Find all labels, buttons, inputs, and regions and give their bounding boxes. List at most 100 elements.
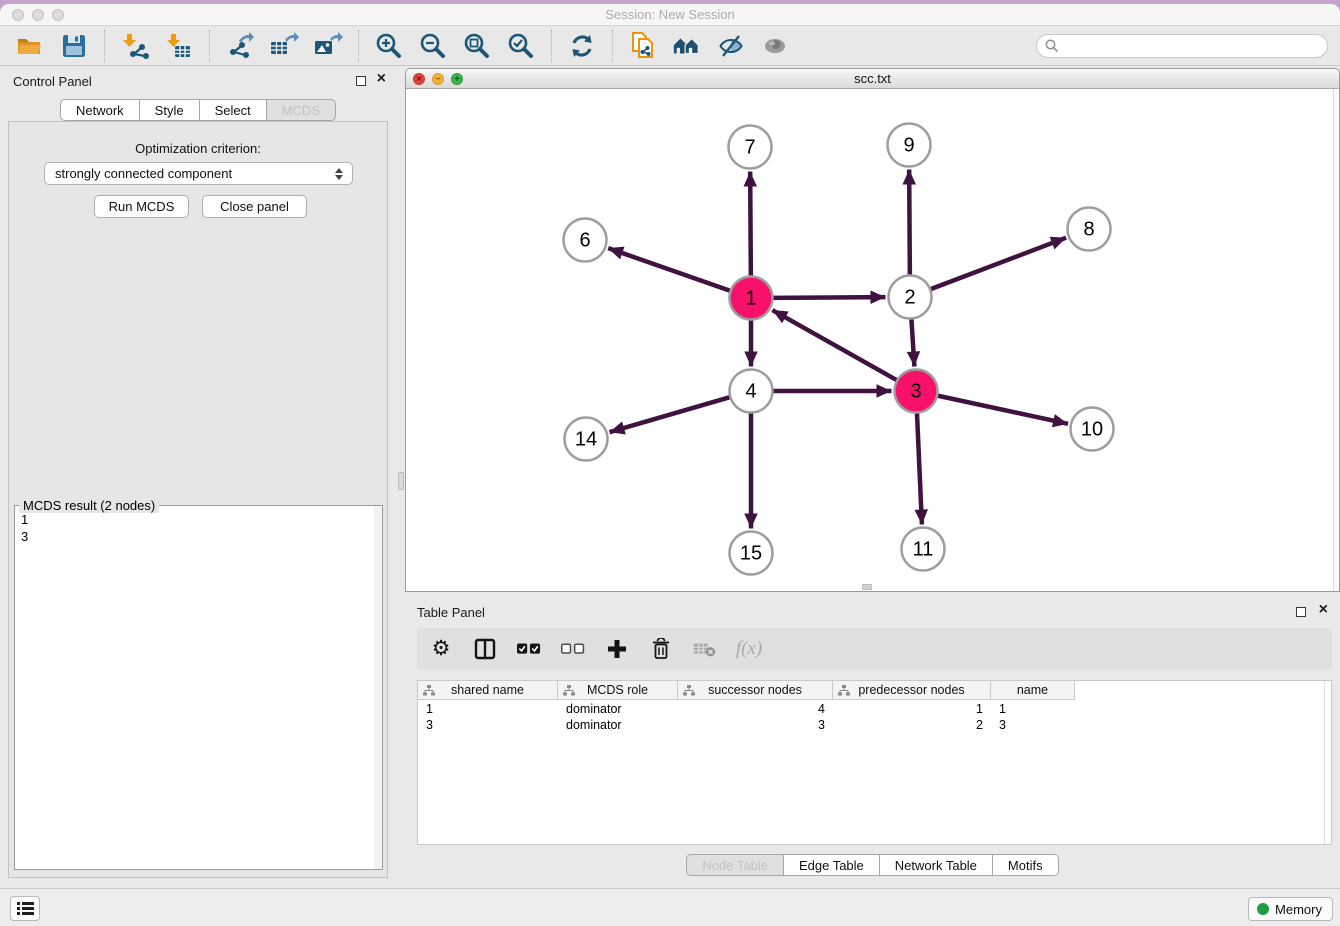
refresh-icon[interactable] <box>567 31 597 61</box>
edge-2-3[interactable] <box>911 319 914 366</box>
mcds-result-title: MCDS result (2 nodes) <box>19 498 159 513</box>
network-graph[interactable]: 7 9 6 8 1 2 4 3 14 10 15 11 <box>406 89 1339 591</box>
edge-2-9[interactable] <box>909 169 910 274</box>
open-session-icon[interactable] <box>15 31 45 61</box>
control-panel-header: Control Panel × <box>0 66 396 96</box>
node-11[interactable]: 11 <box>902 528 945 571</box>
node-2[interactable]: 2 <box>889 276 932 319</box>
zoom-selected-icon[interactable] <box>506 31 536 61</box>
panel-splitter-handle[interactable] <box>398 472 404 490</box>
show-selected-icon[interactable] <box>760 31 790 61</box>
edge-3-1[interactable] <box>772 310 896 380</box>
optimization-criterion-select[interactable]: strongly connected component <box>44 162 353 185</box>
run-mcds-button[interactable]: Run MCDS <box>94 195 189 218</box>
search-field[interactable] <box>1036 34 1328 58</box>
zoom-out-icon[interactable] <box>418 31 448 61</box>
list-icon <box>17 901 34 916</box>
toolbar-separator <box>358 30 359 62</box>
network-horizontal-scroll-handle[interactable] <box>862 584 872 590</box>
table-settings-icon[interactable]: ⚙ <box>429 637 453 661</box>
export-table-icon[interactable] <box>269 31 299 61</box>
edge-1-2[interactable] <box>773 297 885 298</box>
node-15[interactable]: 15 <box>730 532 773 575</box>
column-header-successor-nodes[interactable]: successor nodes <box>678 681 833 699</box>
tab-network[interactable]: Network <box>60 99 140 121</box>
zoom-in-icon[interactable] <box>374 31 404 61</box>
task-history-button[interactable] <box>10 896 40 921</box>
close-panel-button[interactable]: Close panel <box>202 195 307 218</box>
table-row[interactable]: 3dominator323 <box>418 717 1075 733</box>
column-header-predecessor-nodes[interactable]: predecessor nodes <box>833 681 991 699</box>
node-10[interactable]: 10 <box>1071 408 1114 451</box>
svg-text:2: 2 <box>904 287 915 309</box>
tab-edge-table[interactable]: Edge Table <box>784 854 880 876</box>
cell-shared-name[interactable]: 1 <box>418 701 558 717</box>
export-network-icon[interactable] <box>225 31 255 61</box>
node-14[interactable]: 14 <box>565 418 608 461</box>
tab-style[interactable]: Style <box>140 99 200 121</box>
delete-row-icon[interactable] <box>649 637 673 661</box>
tab-motifs[interactable]: Motifs <box>993 854 1059 876</box>
memory-button[interactable]: Memory <box>1248 897 1333 921</box>
result-scrollbar[interactable] <box>374 506 382 869</box>
cell-successor-nodes[interactable]: 3 <box>678 717 833 733</box>
network-window-titlebar[interactable]: × − + scc.txt <box>406 69 1339 89</box>
zoom-fit-icon[interactable] <box>462 31 492 61</box>
column-header-MCDS-role[interactable]: MCDS role <box>558 681 678 699</box>
add-row-icon[interactable] <box>605 637 629 661</box>
mcds-result-group: MCDS result (2 nodes) 1 3 <box>14 498 383 870</box>
cell-name[interactable]: 1 <box>991 701 1075 717</box>
table-float-icon[interactable] <box>1296 607 1306 617</box>
select-all-icon[interactable] <box>517 637 541 661</box>
tab-node-table[interactable]: Node Table <box>686 854 784 876</box>
import-table-icon[interactable] <box>164 31 194 61</box>
search-icon <box>1045 39 1059 53</box>
node-3[interactable]: 3 <box>895 370 938 413</box>
copy-style-icon[interactable] <box>628 31 658 61</box>
node-table[interactable]: shared nameMCDS rolesuccessor nodesprede… <box>417 680 1332 845</box>
edge-3-11[interactable] <box>917 413 922 524</box>
tab-network-table[interactable]: Network Table <box>880 854 993 876</box>
export-image-icon[interactable] <box>313 31 343 61</box>
search-input[interactable] <box>1064 39 1319 53</box>
edge-2-8[interactable] <box>931 238 1066 289</box>
save-session-icon[interactable] <box>59 31 89 61</box>
node-9[interactable]: 9 <box>888 124 931 167</box>
cell-MCDS-role[interactable]: dominator <box>558 701 678 717</box>
control-panel-title: Control Panel <box>13 74 92 89</box>
column-header-name[interactable]: name <box>991 681 1075 699</box>
network-canvas[interactable]: 7 9 6 8 1 2 4 3 14 10 15 11 <box>406 89 1339 591</box>
cell-shared-name[interactable]: 3 <box>418 717 558 733</box>
cell-successor-nodes[interactable]: 4 <box>678 701 833 717</box>
network-vertical-scrollbar[interactable] <box>1333 89 1339 591</box>
edge-1-6[interactable] <box>608 248 730 290</box>
node-8[interactable]: 8 <box>1068 208 1111 251</box>
float-panel-icon[interactable] <box>356 76 366 86</box>
tab-mcds[interactable]: MCDS <box>267 99 336 121</box>
edge-1-7[interactable] <box>750 171 751 275</box>
hide-selected-icon[interactable] <box>716 31 746 61</box>
cell-predecessor-nodes[interactable]: 1 <box>833 701 991 717</box>
memory-label: Memory <box>1275 902 1322 917</box>
cell-predecessor-nodes[interactable]: 2 <box>833 717 991 733</box>
node-1[interactable]: 1 <box>730 277 773 320</box>
edge-3-10[interactable] <box>938 396 1068 424</box>
table-row[interactable]: 1dominator411 <box>418 701 1075 717</box>
close-panel-icon[interactable]: × <box>377 70 386 88</box>
status-bar: Memory <box>0 888 1340 926</box>
table-vertical-scrollbar[interactable] <box>1324 681 1331 844</box>
cell-MCDS-role[interactable]: dominator <box>558 717 678 733</box>
delete-table-icon <box>693 637 717 661</box>
import-network-icon[interactable] <box>120 31 150 61</box>
node-6[interactable]: 6 <box>564 219 607 262</box>
node-4[interactable]: 4 <box>730 370 773 413</box>
deselect-all-icon[interactable] <box>561 637 585 661</box>
show-all-networks-icon[interactable] <box>672 31 702 61</box>
tab-select[interactable]: Select <box>200 99 267 121</box>
table-close-icon[interactable]: × <box>1319 601 1328 619</box>
show-columns-icon[interactable] <box>473 637 497 661</box>
column-header-shared-name[interactable]: shared name <box>418 681 558 699</box>
edge-4-14[interactable] <box>610 397 730 432</box>
node-7[interactable]: 7 <box>729 126 772 169</box>
cell-name[interactable]: 3 <box>991 717 1075 733</box>
